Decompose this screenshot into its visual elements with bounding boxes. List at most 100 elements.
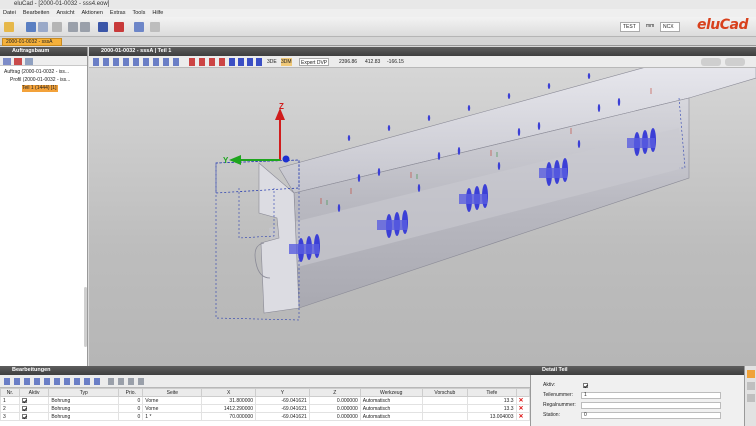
col-z[interactable]: Z bbox=[308, 388, 361, 397]
tree-delete-icon[interactable] bbox=[14, 58, 22, 65]
col-prio[interactable]: Prio. bbox=[118, 388, 144, 397]
menubar: Datei Bearbeiten Ansicht Aktionen Extras… bbox=[0, 9, 756, 17]
detail-title: Detail Teil bbox=[530, 366, 756, 375]
view-tools-icon[interactable] bbox=[93, 58, 183, 66]
operations-title: Bearbeitungen bbox=[0, 366, 530, 375]
table-header: Nr. Aktiv Typ Prio. Seite X Y Z Werkzeug… bbox=[0, 388, 530, 397]
table-row[interactable]: 2 Bohrung 0 Vorne 1412.290000 -69.041621… bbox=[0, 404, 530, 413]
undo-icon[interactable] bbox=[68, 22, 78, 32]
tree-item-order[interactable]: Auftrag (2000-01-0032 - iss... bbox=[4, 69, 69, 76]
menu-extras[interactable]: Extras bbox=[110, 10, 126, 16]
zoom-slider[interactable] bbox=[701, 58, 721, 66]
menu-bearbeiten[interactable]: Bearbeiten bbox=[23, 10, 50, 16]
col-x[interactable]: X bbox=[201, 388, 257, 397]
operations-move-icon[interactable] bbox=[108, 378, 148, 385]
active-checkbox[interactable] bbox=[21, 413, 27, 419]
cell-seite: 1 * bbox=[142, 412, 203, 421]
delete-icon[interactable]: ✕ bbox=[515, 404, 530, 413]
format-combo[interactable]: NCX bbox=[660, 22, 680, 32]
cell-y: -69.041621 bbox=[255, 396, 310, 405]
save-icon[interactable] bbox=[26, 22, 36, 32]
regalnummer-input[interactable] bbox=[581, 402, 721, 409]
cell-tiefe: 13.3 bbox=[467, 404, 517, 413]
operations-tools-icon[interactable] bbox=[4, 378, 104, 385]
menu-aktionen[interactable]: Aktionen bbox=[82, 10, 103, 16]
tree-toolbar bbox=[0, 56, 87, 66]
col-nr[interactable]: Nr. bbox=[0, 388, 20, 397]
cell-prio: 0 bbox=[118, 396, 144, 405]
teilenummer-input[interactable]: 1 bbox=[581, 392, 721, 399]
menu-ansicht[interactable]: Ansicht bbox=[56, 10, 74, 16]
edit-tools-icon[interactable] bbox=[189, 58, 225, 66]
cell-vorschub bbox=[421, 404, 469, 413]
axis-z-label: Z bbox=[279, 102, 284, 111]
document-icon[interactable] bbox=[150, 22, 160, 32]
cell-y: -69.041621 bbox=[255, 412, 310, 421]
table-row[interactable]: 1 Bohrung 0 Vorne 31.800000 -69.041621 0… bbox=[0, 396, 530, 405]
col-werkzeug[interactable]: Werkzeug bbox=[359, 388, 423, 397]
col-seite[interactable]: Seite bbox=[142, 388, 203, 397]
tree-item-part[interactable]: Teil 1 (1444) [1] bbox=[22, 85, 59, 92]
nc-export-icon[interactable] bbox=[114, 22, 124, 32]
col-tiefe[interactable]: Tiefe bbox=[467, 388, 517, 397]
cell-tiefe: 13.004003 bbox=[467, 412, 517, 421]
col-typ[interactable]: Typ bbox=[48, 388, 120, 397]
cell-seite: Vorne bbox=[142, 396, 203, 405]
tree-add-icon[interactable] bbox=[3, 58, 11, 65]
delete-icon[interactable]: ✕ bbox=[515, 412, 530, 421]
cell-z: 0.000000 bbox=[308, 412, 361, 421]
cell-werkzeug: Automatisch bbox=[359, 412, 423, 421]
active-checkbox[interactable] bbox=[21, 405, 27, 411]
cell-nr: 1 bbox=[0, 396, 20, 405]
cell-prio: 0 bbox=[118, 404, 144, 413]
cell-aktiv[interactable] bbox=[18, 404, 50, 413]
cell-typ: Bohrung bbox=[48, 412, 120, 421]
aktiv-checkbox[interactable] bbox=[583, 383, 588, 388]
col-vorschub[interactable]: Vorschub bbox=[421, 388, 469, 397]
station-input[interactable]: 0 bbox=[581, 412, 721, 419]
profile-3d-model bbox=[215, 68, 756, 321]
navigation-arrows-icon[interactable] bbox=[229, 58, 263, 66]
rotate-slider[interactable] bbox=[725, 58, 745, 66]
elucad-logo: eluCad bbox=[696, 17, 749, 33]
menu-hilfe[interactable]: Hilfe bbox=[152, 10, 163, 16]
operations-table: Nr. Aktiv Typ Prio. Seite X Y Z Werkzeug… bbox=[0, 388, 530, 426]
3d-viewport[interactable]: Z Y bbox=[89, 68, 756, 366]
menu-datei[interactable]: Datei bbox=[3, 10, 16, 16]
viewport-toolbar: 3DE 3DM Expert DVP 2396.86 412.83 -166.1… bbox=[89, 56, 756, 68]
col-aktiv[interactable]: Aktiv bbox=[18, 388, 50, 397]
delete-icon[interactable]: ✕ bbox=[515, 396, 530, 405]
main-toolbar: TEST mm NCX bbox=[0, 17, 756, 37]
redo-icon[interactable] bbox=[80, 22, 90, 32]
view-3dm-button[interactable]: 3DM bbox=[281, 58, 292, 66]
tree-move-icon[interactable] bbox=[25, 58, 33, 65]
panel-pin-icon[interactable] bbox=[747, 370, 755, 378]
view-3de-button[interactable]: 3DE bbox=[267, 58, 277, 66]
document-tabs: 2000-01-0032 - sssA bbox=[0, 37, 756, 46]
tree-scrollbar[interactable] bbox=[84, 287, 87, 347]
active-checkbox[interactable] bbox=[21, 397, 27, 403]
menu-tools[interactable]: Tools bbox=[133, 10, 146, 16]
coord-y: 412.83 bbox=[365, 59, 381, 65]
cell-seite: Vorne bbox=[142, 404, 203, 413]
cell-aktiv[interactable] bbox=[18, 412, 50, 421]
axis-y-label: Y bbox=[223, 156, 229, 165]
cell-typ: Bohrung bbox=[48, 404, 120, 413]
cut-icon[interactable] bbox=[52, 22, 62, 32]
profile-combo[interactable]: TEST bbox=[620, 22, 640, 32]
open-folder-icon[interactable] bbox=[4, 22, 14, 32]
print-icon[interactable] bbox=[38, 22, 48, 32]
tree-item-profile[interactable]: Profil (2000-01-0032 - iss... bbox=[10, 77, 70, 84]
cell-aktiv[interactable] bbox=[18, 396, 50, 405]
col-y[interactable]: Y bbox=[255, 388, 310, 397]
col-delete bbox=[515, 388, 530, 397]
document-tab[interactable]: 2000-01-0032 - sssA bbox=[2, 38, 62, 46]
profile-icon[interactable] bbox=[98, 22, 108, 32]
panel-info-icon[interactable] bbox=[747, 394, 755, 402]
order-tree-title: Auftragsbaum bbox=[0, 47, 87, 56]
field-aktiv-label: Aktiv: bbox=[543, 382, 556, 388]
panel-settings-icon[interactable] bbox=[747, 382, 755, 390]
table-row[interactable]: 3 Bohrung 0 1 * 70.000000 -69.041621 0.0… bbox=[0, 412, 530, 421]
mode-combo[interactable]: Expert DVP bbox=[299, 58, 329, 66]
tool-icon[interactable] bbox=[134, 22, 144, 32]
